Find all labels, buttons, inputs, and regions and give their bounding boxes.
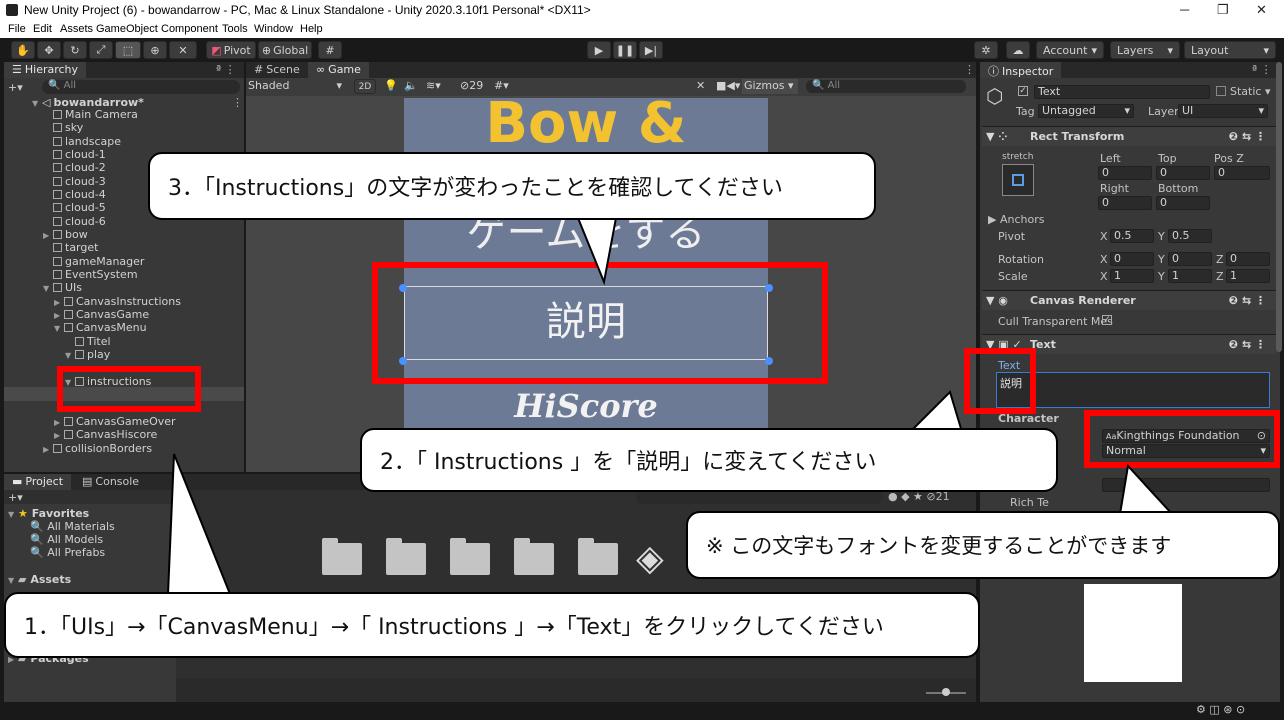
callout-step2: 2．「 Instructions 」を「説明」に変えてください (360, 428, 1058, 492)
callout-tail-note (1118, 463, 1175, 515)
callout-step3: 3．「Instructions」の文字が変わったことを確認してください (148, 152, 876, 220)
callout-tail-step1 (166, 453, 232, 595)
callout-note: ※ この文字もフォントを変更することができます (686, 511, 1280, 579)
callout-tail-step3 (576, 217, 618, 286)
callout-tail-step2 (907, 390, 964, 433)
callout-step1: 1．「UIs」→「CanvasMenu」→「 Instructions 」→「T… (4, 592, 980, 658)
